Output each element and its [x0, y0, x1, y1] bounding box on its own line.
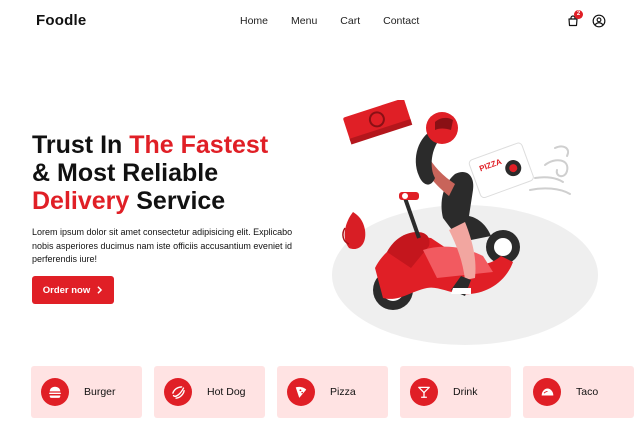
cart-count-badge: 2	[574, 10, 583, 19]
nav-link-home[interactable]: Home	[240, 15, 268, 27]
category-card-burger[interactable]: Burger	[31, 366, 142, 418]
chevron-right-icon	[97, 286, 103, 294]
category-card-hot-dog[interactable]: Hot Dog	[154, 366, 265, 418]
nav-link-cart[interactable]: Cart	[340, 15, 360, 27]
category-label: Taco	[576, 386, 599, 398]
top-nav: Foodle Home Menu Cart Contact 2	[0, 0, 640, 42]
order-now-label: Order now	[42, 284, 91, 296]
hero-title-part: Service	[129, 187, 226, 215]
category-label: Pizza	[330, 386, 356, 398]
burger-icon	[41, 378, 69, 406]
category-label: Burger	[84, 386, 116, 398]
cocktail-icon	[410, 378, 438, 406]
hero-title-part: & Most Reliable	[32, 159, 219, 187]
hero-description: Lorem ipsum dolor sit amet consectetur a…	[32, 227, 293, 264]
category-card-taco[interactable]: Taco	[523, 366, 634, 418]
user-circle-icon	[592, 14, 606, 28]
category-card-drink[interactable]: Drink	[400, 366, 511, 418]
hero-title-part: Trust In	[32, 131, 130, 159]
hero-title-highlight: Delivery	[32, 187, 130, 215]
pizza-icon	[287, 378, 315, 406]
main-menu: Home Menu Cart Contact	[240, 15, 419, 27]
nav-link-menu[interactable]: Menu	[291, 15, 317, 27]
category-list: Burger Hot Dog Pizza Drink Taco	[31, 366, 640, 418]
order-now-button[interactable]: Order now	[32, 276, 114, 304]
nav-link-contact[interactable]: Contact	[383, 15, 419, 27]
category-card-pizza[interactable]: Pizza	[277, 366, 388, 418]
category-label: Hot Dog	[207, 386, 246, 398]
brand-logo[interactable]: Foodle	[36, 12, 86, 29]
account-button[interactable]	[591, 13, 607, 29]
hero-title-highlight: The Fastest	[129, 131, 269, 159]
category-label: Drink	[453, 386, 478, 398]
delivery-scooter-illustration: PIZZA	[332, 100, 598, 345]
hot-dog-icon	[164, 378, 192, 406]
hero-title: Trust In The Fastest & Most Reliable Del…	[32, 131, 332, 215]
taco-icon	[533, 378, 561, 406]
